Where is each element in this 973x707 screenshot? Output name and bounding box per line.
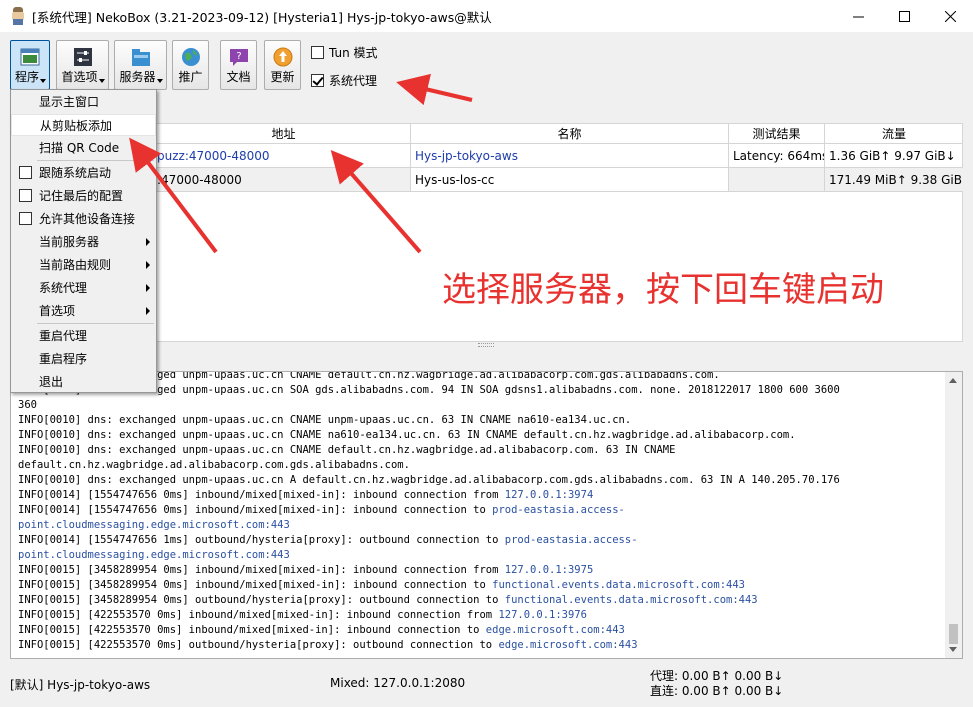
annotation-arrows: [129, 73, 473, 254]
arrow-to-server-row: [330, 149, 422, 254]
arrow-to-clipboard-add: [129, 137, 218, 254]
annotation-text: 选择服务器，按下回车键启动: [442, 270, 884, 310]
arrow-to-system-proxy: [396, 73, 473, 106]
